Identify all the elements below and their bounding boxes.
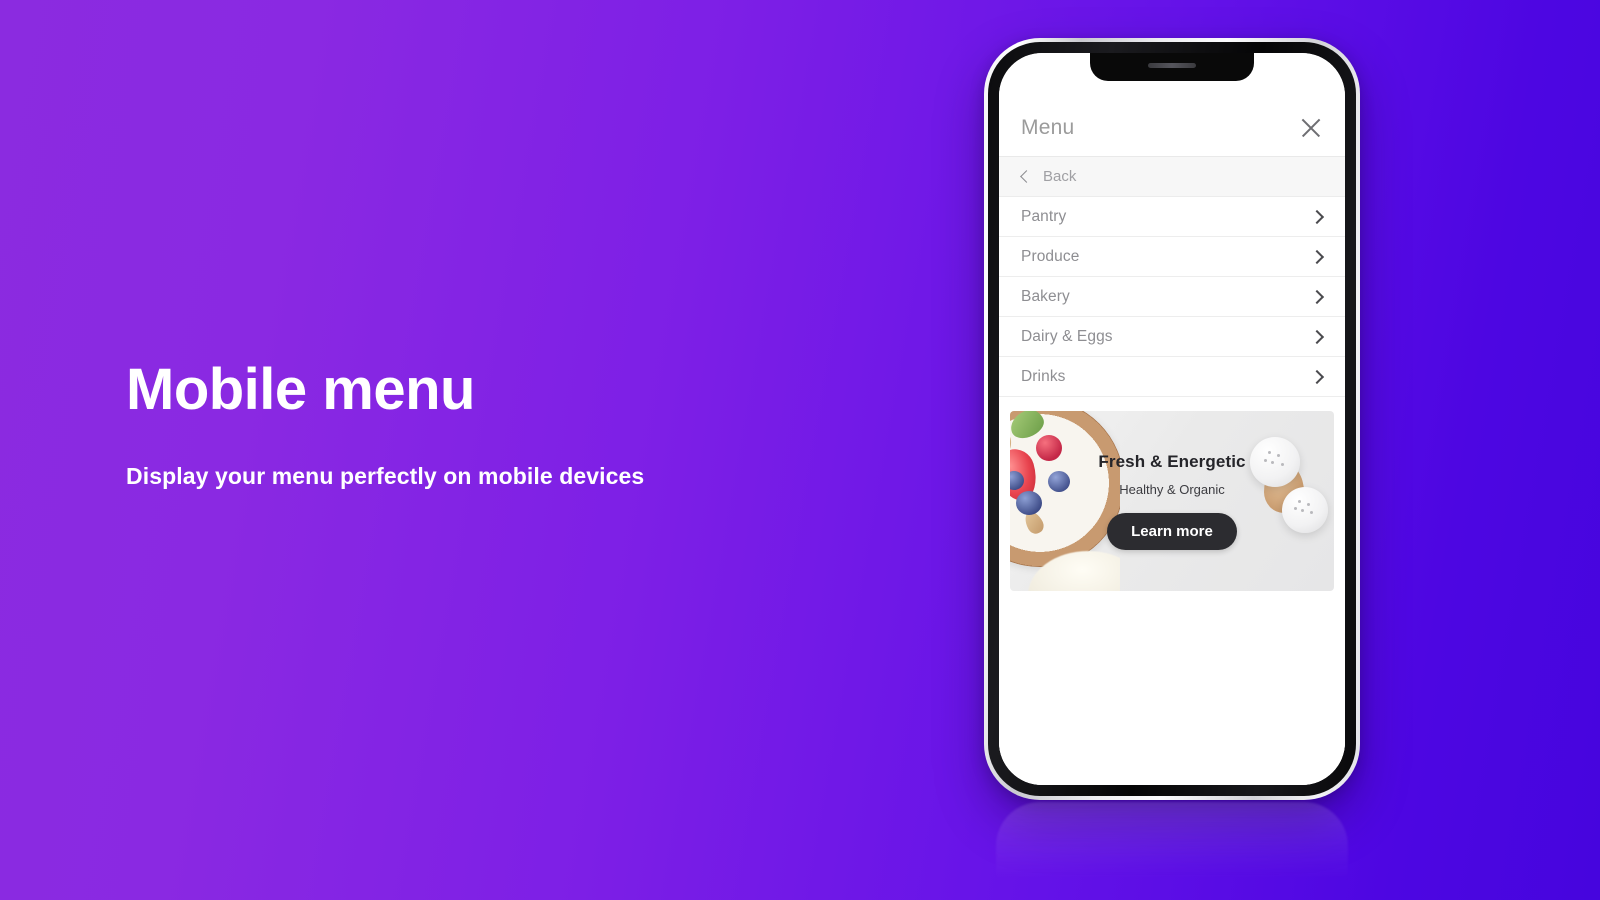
menu-list: Pantry Produce Bakery Dairy & Eggs Drink… — [999, 197, 1345, 397]
page-subtitle: Display your menu perfectly on mobile de… — [126, 462, 645, 489]
menu-item-label: Dairy & Eggs — [1021, 327, 1113, 345]
speaker-grille-icon — [1148, 63, 1196, 68]
menu-item-drinks[interactable]: Drinks — [999, 357, 1345, 397]
promo-content: Fresh & Energetic Healthy & Organic Lear… — [1010, 411, 1334, 591]
menu-item-label: Produce — [1021, 247, 1080, 265]
menu-item-label: Bakery — [1021, 287, 1070, 305]
promo-banner[interactable]: Fresh & Energetic Healthy & Organic Lear… — [1010, 411, 1334, 591]
menu-item-label: Pantry — [1021, 207, 1067, 225]
phone-mockup: Menu Back Pantry Produce Bakery Dairy & … — [984, 38, 1360, 800]
phone-reflection — [996, 802, 1348, 898]
learn-more-button[interactable]: Learn more — [1107, 513, 1237, 550]
mobile-app: Menu Back Pantry Produce Bakery Dairy & … — [999, 53, 1345, 785]
page-title: Mobile menu — [126, 357, 475, 422]
promo-title: Fresh & Energetic — [1098, 452, 1246, 471]
phone-notch — [1090, 53, 1254, 81]
chevron-right-icon — [1309, 249, 1325, 264]
back-button[interactable]: Back — [999, 157, 1345, 197]
phone-screen: Menu Back Pantry Produce Bakery Dairy & … — [999, 53, 1345, 785]
back-label: Back — [1043, 168, 1077, 185]
chevron-right-icon — [1309, 369, 1325, 384]
close-icon[interactable] — [1298, 115, 1324, 141]
page-background: Mobile menu Display your menu perfectly … — [0, 0, 1600, 900]
chevron-right-icon — [1309, 209, 1325, 224]
menu-item-label: Drinks — [1021, 367, 1066, 385]
chevron-left-icon — [1020, 170, 1033, 183]
menu-item-produce[interactable]: Produce — [999, 237, 1345, 277]
menu-empty-space — [999, 591, 1345, 785]
promo-subtitle: Healthy & Organic — [1119, 482, 1225, 497]
menu-item-dairy-and-eggs[interactable]: Dairy & Eggs — [999, 317, 1345, 357]
menu-item-bakery[interactable]: Bakery — [999, 277, 1345, 317]
menu-title: Menu — [1021, 115, 1075, 139]
chevron-right-icon — [1309, 329, 1325, 344]
hero-copy: Mobile menu Display your menu perfectly … — [126, 357, 886, 490]
promo-banner-wrapper: Fresh & Energetic Healthy & Organic Lear… — [999, 397, 1345, 591]
phone-bezel: Menu Back Pantry Produce Bakery Dairy & … — [988, 42, 1356, 796]
menu-item-pantry[interactable]: Pantry — [999, 197, 1345, 237]
menu-header: Menu — [999, 99, 1345, 157]
chevron-right-icon — [1309, 289, 1325, 304]
phone-frame: Menu Back Pantry Produce Bakery Dairy & … — [984, 38, 1360, 800]
